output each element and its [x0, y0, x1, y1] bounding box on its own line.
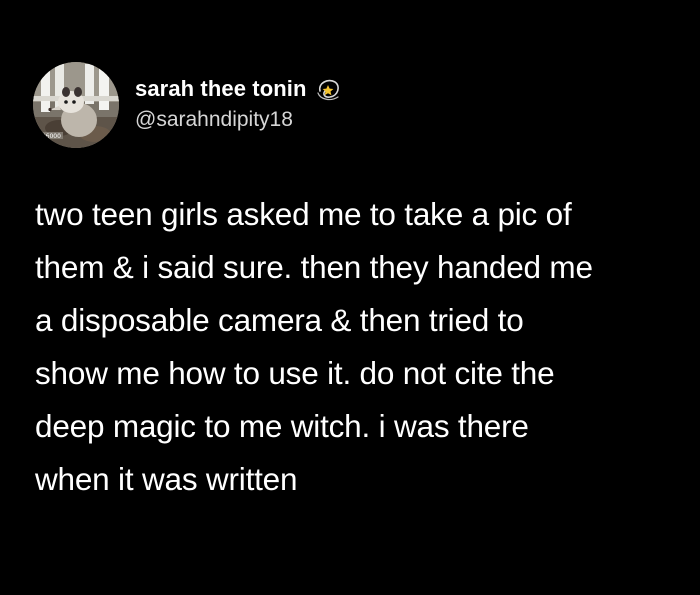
dizzy-star-emoji-icon — [314, 74, 344, 104]
tweet-card: 006000 sarah thee tonin @sarahndipity18 … — [0, 0, 700, 595]
svg-text:006000: 006000 — [38, 133, 61, 140]
opossum-avatar-image: 006000 — [33, 62, 119, 148]
profile-avatar[interactable]: 006000 — [33, 62, 119, 148]
display-name[interactable]: sarah thee tonin — [135, 76, 307, 102]
tweet-text: two teen girls asked me to take a pic of… — [35, 196, 593, 497]
user-handle[interactable]: @sarahndipity18 — [135, 108, 293, 132]
display-name-row: sarah thee tonin — [135, 74, 344, 104]
